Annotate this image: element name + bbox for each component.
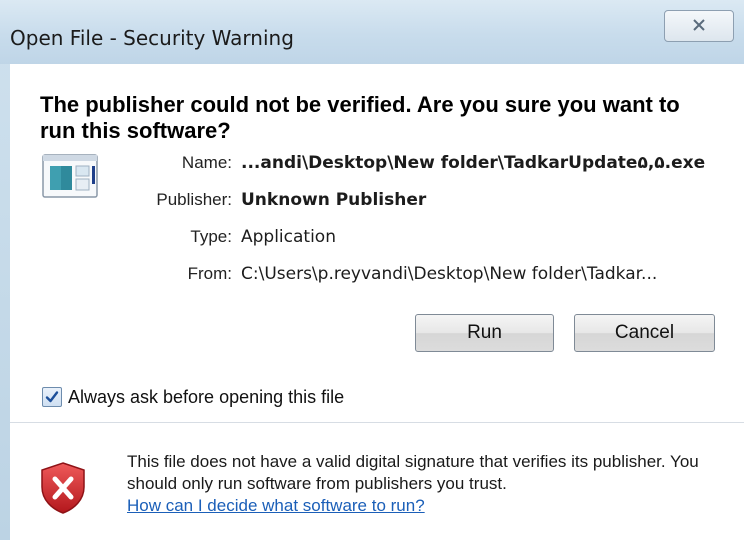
- close-button[interactable]: [664, 10, 734, 42]
- type-value: Application: [241, 227, 336, 247]
- window-title: Open File - Security Warning: [10, 26, 294, 50]
- always-ask-checkbox[interactable]: [42, 387, 62, 407]
- detail-row-publisher: Publisher: Unknown Publisher: [120, 185, 740, 222]
- detail-row-type: Type: Application: [120, 222, 740, 259]
- name-label: Name:: [181, 153, 232, 172]
- always-ask-option[interactable]: Always ask before opening this file: [42, 384, 344, 410]
- detail-row-from: From: C:\Users\p.reyvandi\Desktop\New fo…: [120, 259, 740, 296]
- publisher-value: Unknown Publisher: [241, 190, 427, 210]
- cancel-button[interactable]: Cancel: [574, 314, 715, 352]
- publisher-label: Publisher:: [156, 190, 232, 209]
- shield-error-icon: [38, 461, 88, 515]
- signature-warning-pane: This file does not have a valid digital …: [10, 423, 744, 540]
- signature-warning-message: This file does not have a valid digital …: [127, 452, 699, 493]
- from-label: From:: [187, 264, 232, 283]
- application-file-icon: [42, 154, 98, 198]
- dialog-window: Open File - Security Warning The publish…: [0, 0, 744, 540]
- checkmark-icon: [45, 391, 59, 403]
- name-value: ...andi\Desktop\New folder\TadkarUpdate۵…: [241, 153, 706, 173]
- type-label: Type:: [190, 227, 232, 246]
- dialog-content: The publisher could not be verified. Are…: [10, 64, 744, 540]
- decide-software-link[interactable]: How can I decide what software to run?: [127, 496, 425, 515]
- from-value: C:\Users\p.reyvandi\Desktop\New folder\T…: [241, 264, 658, 284]
- warning-headline: The publisher could not be verified. Are…: [40, 92, 680, 143]
- file-details: Name: ...andi\Desktop\New folder\TadkarU…: [120, 148, 740, 296]
- always-ask-label: Always ask before opening this file: [68, 386, 345, 407]
- title-bar[interactable]: Open File - Security Warning: [0, 0, 744, 64]
- detail-row-name: Name: ...andi\Desktop\New folder\TadkarU…: [120, 148, 740, 185]
- close-icon: [692, 17, 706, 36]
- run-button[interactable]: Run: [415, 314, 554, 352]
- signature-warning-text: This file does not have a valid digital …: [127, 451, 727, 517]
